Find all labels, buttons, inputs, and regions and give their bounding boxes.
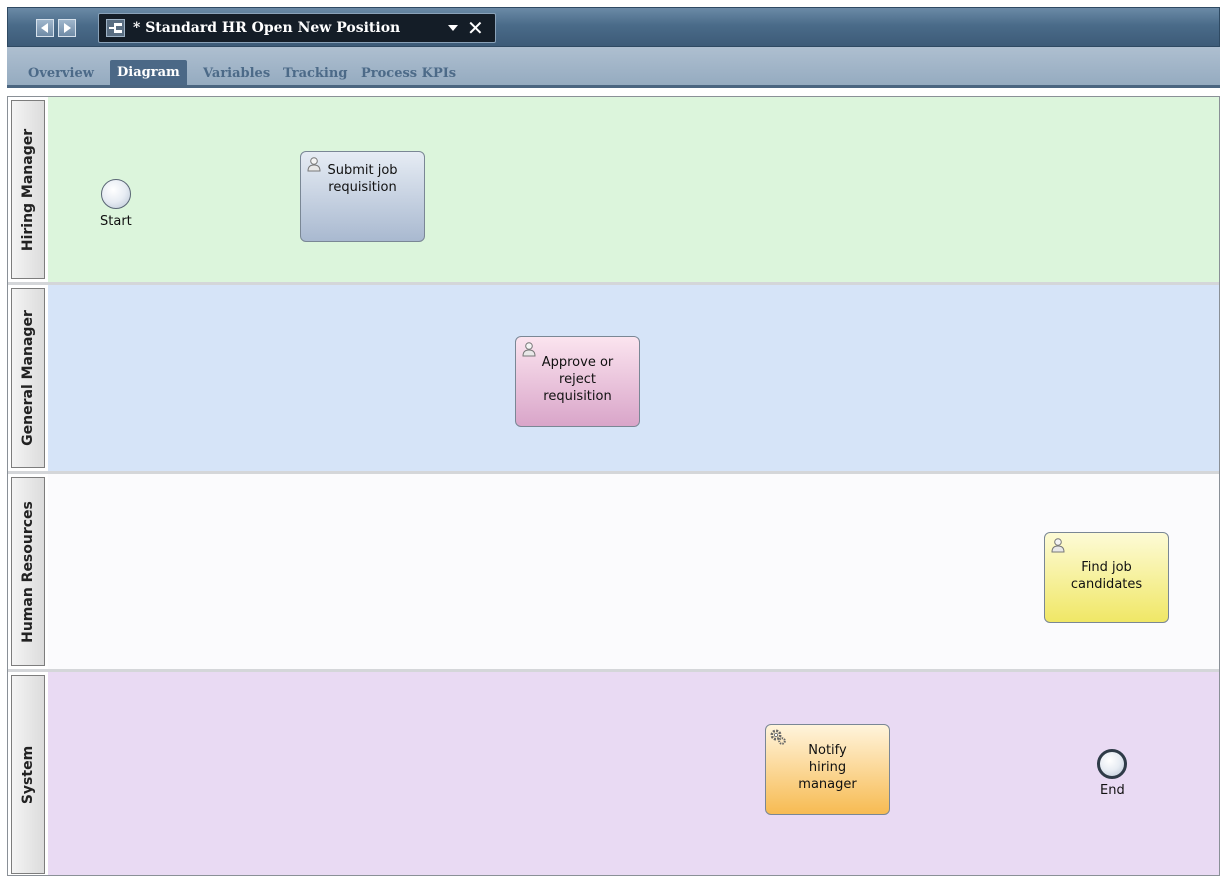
task-label-line: reject bbox=[559, 372, 596, 387]
lane-label: General Manager bbox=[20, 310, 36, 446]
task-label-line: hiring bbox=[808, 760, 847, 775]
task-submit-job-requisition[interactable]: Submit job requisition bbox=[300, 151, 425, 242]
dropdown-arrow-icon[interactable] bbox=[448, 25, 458, 31]
diagram-canvas[interactable]: Hiring Manager Start Submit job requisit… bbox=[7, 96, 1220, 876]
forward-arrow-icon bbox=[64, 23, 71, 33]
task-notify-hiring-manager[interactable]: Notify hiring manager bbox=[765, 724, 890, 815]
lane-header-general-manager[interactable]: General Manager bbox=[11, 288, 45, 468]
tab-variables[interactable]: Variables bbox=[203, 66, 270, 81]
title-bar: * Standard HR Open New Position ✕ bbox=[7, 7, 1220, 47]
back-button[interactable] bbox=[36, 19, 54, 37]
task-label-line: Find job bbox=[1081, 560, 1132, 575]
user-icon bbox=[1051, 538, 1065, 553]
lane-header-hiring-manager[interactable]: Hiring Manager bbox=[11, 100, 45, 279]
task-label-line: manager bbox=[798, 777, 857, 792]
lane-label: System bbox=[20, 745, 36, 804]
lane-label: Human Resources bbox=[20, 500, 36, 643]
process-app-icon bbox=[106, 19, 125, 37]
document-title: * Standard HR Open New Position bbox=[133, 20, 401, 36]
task-label-line: Submit job bbox=[327, 163, 398, 178]
swimlane-general-manager[interactable]: General Manager Approve or reject requis… bbox=[8, 285, 1219, 471]
editor-tab-bar: Overview Diagram Variables Tracking Proc… bbox=[7, 47, 1220, 88]
task-label-line: requisition bbox=[328, 180, 397, 195]
tab-tracking[interactable]: Tracking bbox=[283, 66, 347, 81]
swimlane-system[interactable]: System Notify hiring manager End bbox=[8, 672, 1219, 875]
close-icon[interactable]: ✕ bbox=[467, 15, 484, 41]
tab-process-kpis[interactable]: Process KPIs bbox=[361, 66, 456, 81]
forward-button[interactable] bbox=[58, 19, 76, 37]
lane-body[interactable] bbox=[48, 672, 1219, 875]
lane-body[interactable] bbox=[48, 97, 1219, 282]
task-label-line: Approve or bbox=[541, 355, 614, 370]
swimlane-human-resources[interactable]: Human Resources Find job candidates bbox=[8, 474, 1219, 669]
task-approve-or-reject-requisition[interactable]: Approve or reject requisition bbox=[515, 336, 640, 427]
tab-diagram[interactable]: Diagram bbox=[110, 60, 187, 85]
tab-overview[interactable]: Overview bbox=[28, 66, 94, 81]
document-tab[interactable]: * Standard HR Open New Position ✕ bbox=[98, 13, 496, 43]
task-label-line: candidates bbox=[1070, 577, 1143, 592]
swimlane-hiring-manager[interactable]: Hiring Manager Start Submit job requisit… bbox=[8, 97, 1219, 282]
lane-header-system[interactable]: System bbox=[11, 675, 45, 874]
start-event[interactable] bbox=[101, 179, 131, 209]
back-arrow-icon bbox=[41, 23, 48, 33]
task-label-line: requisition bbox=[543, 389, 612, 404]
end-event-label: End bbox=[1100, 783, 1125, 798]
task-find-job-candidates[interactable]: Find job candidates bbox=[1044, 532, 1169, 623]
end-event[interactable] bbox=[1097, 749, 1127, 779]
lane-label: Hiring Manager bbox=[20, 128, 36, 251]
lane-header-human-resources[interactable]: Human Resources bbox=[11, 477, 45, 666]
task-label-line: Notify bbox=[808, 743, 847, 758]
start-event-label: Start bbox=[100, 214, 132, 229]
